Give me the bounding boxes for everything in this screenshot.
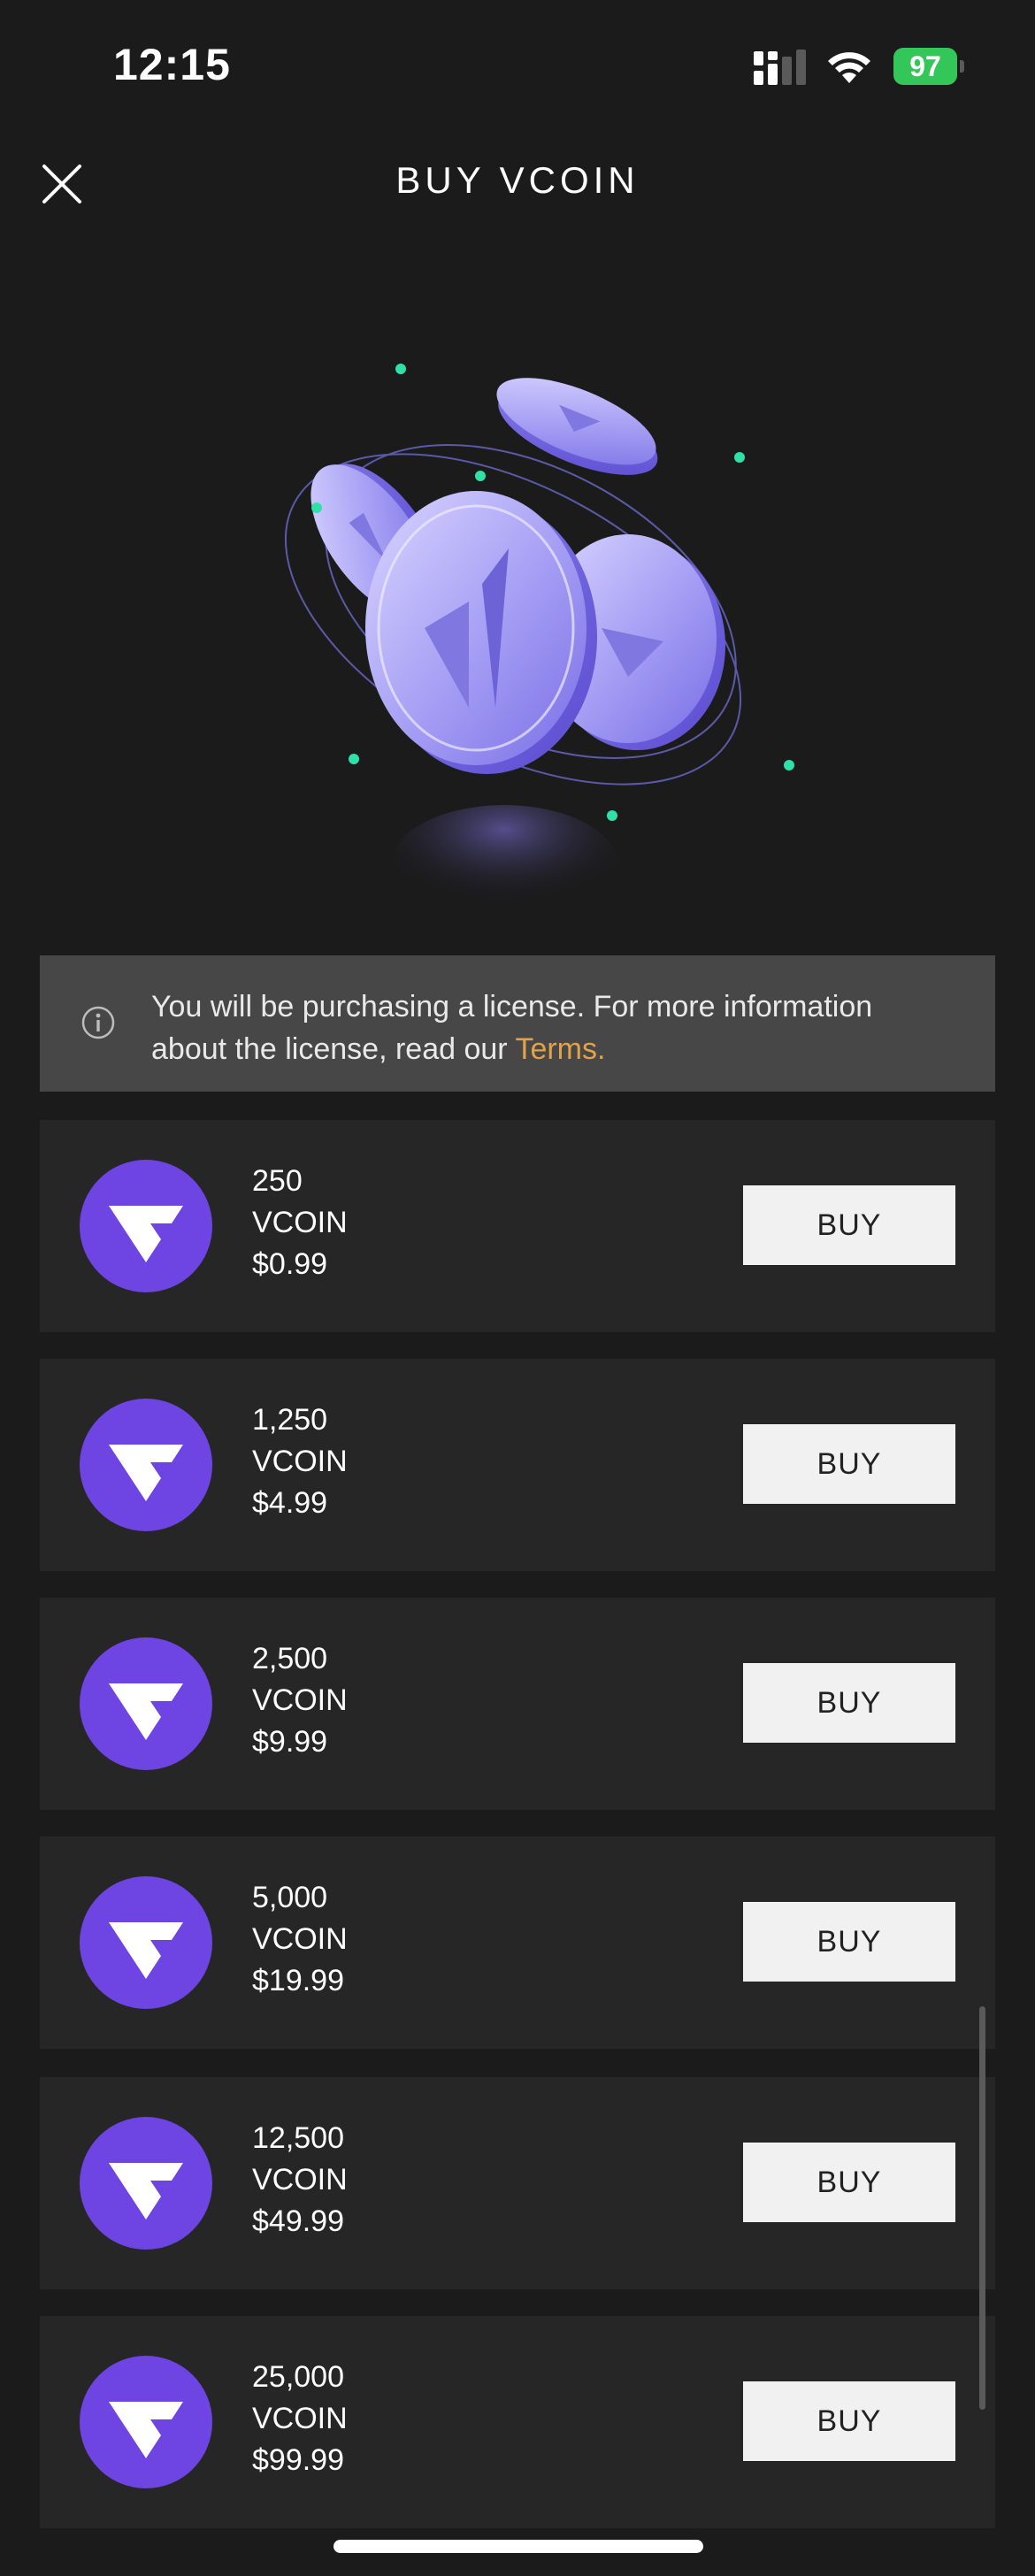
scrollbar[interactable]	[979, 2006, 985, 2410]
home-indicator[interactable]	[334, 2540, 703, 2553]
package-amount: 1,250	[252, 1403, 328, 1437]
package-amount: 25,000	[252, 2360, 344, 2394]
license-notice: You will be purchasing a license. For mo…	[40, 955, 995, 1092]
package-price: $49.99	[252, 2204, 344, 2238]
page-title: BUY VCOIN	[395, 159, 640, 201]
package-card: 250 VCOIN $0.99 BUY	[40, 1120, 995, 1332]
vcoin-logo-icon	[80, 1160, 212, 1292]
buy-button[interactable]: BUY	[743, 1424, 955, 1504]
vcoin-logo-icon	[80, 1876, 212, 2009]
package-price: $0.99	[252, 1247, 328, 1281]
cellular-signal-icon	[754, 50, 806, 85]
battery-percent: 97	[909, 50, 941, 82]
package-amount: 5,000	[252, 1881, 328, 1914]
package-amount: 2,500	[252, 1642, 328, 1675]
package-currency: VCOIN	[252, 2163, 348, 2196]
package-currency: VCOIN	[252, 2402, 348, 2435]
wifi-icon	[828, 52, 870, 83]
status-bar: 12:15 97	[0, 0, 1035, 133]
buy-button[interactable]: BUY	[743, 2143, 955, 2222]
package-card: 25,000 VCOIN $99.99 BUY	[40, 2316, 995, 2528]
status-time: 12:15	[113, 40, 231, 89]
package-price: $19.99	[252, 1964, 344, 1997]
package-card: 5,000 VCOIN $19.99 BUY	[40, 1836, 995, 2049]
buy-button[interactable]: BUY	[743, 1663, 955, 1743]
package-price: $4.99	[252, 1486, 328, 1520]
package-card: 2,500 VCOIN $9.99 BUY	[40, 1598, 995, 1810]
buy-button[interactable]: BUY	[743, 2381, 955, 2461]
buy-button[interactable]: BUY	[743, 1185, 955, 1265]
vcoin-hero-illustration	[284, 364, 794, 920]
info-icon	[81, 1006, 115, 1039]
battery-icon: 97	[893, 48, 964, 85]
package-card: 1,250 VCOIN $4.99 BUY	[40, 1359, 995, 1571]
notice-message: You will be purchasing a license. For mo…	[151, 990, 873, 1066]
package-currency: VCOIN	[252, 1445, 348, 1478]
vcoin-logo-icon	[80, 1637, 212, 1770]
vcoin-logo-icon	[80, 2117, 212, 2250]
package-price: $9.99	[252, 1725, 328, 1759]
buy-button[interactable]: BUY	[743, 1902, 955, 1982]
package-amount: 250	[252, 1164, 303, 1198]
vcoin-logo-icon	[80, 1399, 212, 1531]
package-currency: VCOIN	[252, 1206, 348, 1239]
package-amount: 12,500	[252, 2121, 344, 2155]
package-card: 12,500 VCOIN $49.99 BUY	[40, 2077, 995, 2289]
vcoin-logo-icon	[80, 2356, 212, 2488]
notice-text: You will be purchasing a license. For mo…	[151, 985, 947, 1070]
package-price: $99.99	[252, 2443, 344, 2477]
package-currency: VCOIN	[252, 1922, 348, 1956]
terms-link[interactable]: Terms.	[515, 1032, 605, 1066]
package-currency: VCOIN	[252, 1683, 348, 1717]
